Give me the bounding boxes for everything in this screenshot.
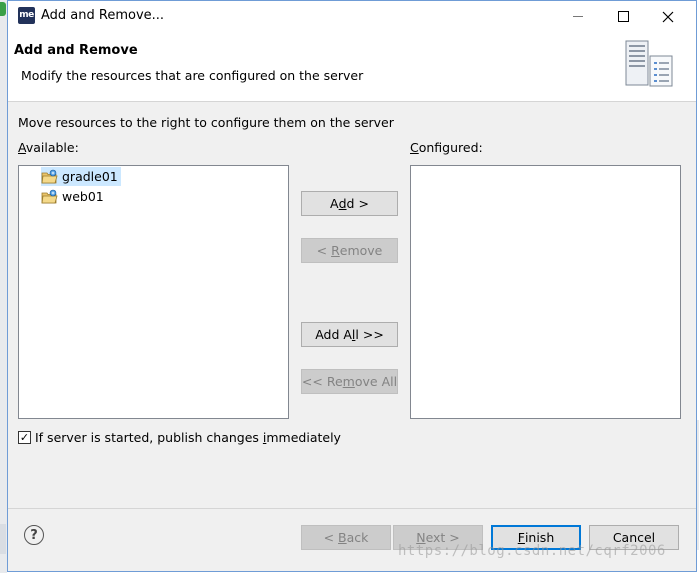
window-title: Add and Remove... xyxy=(41,8,165,23)
header-description: Modify the resources that are configured… xyxy=(21,68,364,83)
project-folder-icon xyxy=(41,189,58,203)
configured-label: Configured: xyxy=(410,140,483,155)
list-item-label: gradle01 xyxy=(62,169,118,184)
list-item-gradle01[interactable]: gradle01 xyxy=(41,167,121,186)
add-all-button[interactable]: Add All >> xyxy=(301,322,398,347)
close-icon xyxy=(662,11,674,22)
background-app-logo xyxy=(0,2,6,16)
publish-option[interactable]: ✓ If server is started, publish changes … xyxy=(18,430,341,445)
instruction-text: Move resources to the right to configure… xyxy=(18,115,394,130)
list-item-label: web01 xyxy=(62,189,104,204)
watermark: https://blog.csdn.net/cqrf2006 xyxy=(398,543,666,559)
header-title: Add and Remove xyxy=(14,43,138,58)
add-button[interactable]: Add > xyxy=(301,191,398,216)
help-icon[interactable]: ? xyxy=(24,525,44,545)
publish-checkbox[interactable]: ✓ xyxy=(18,431,31,444)
list-item-web01[interactable]: web01 xyxy=(41,187,107,206)
title-bar[interactable]: me Add and Remove... xyxy=(8,1,696,32)
available-list[interactable]: gradle01 web01 xyxy=(18,165,289,419)
maximize-button[interactable] xyxy=(600,1,646,32)
remove-button[interactable]: < Remove xyxy=(301,238,398,263)
available-label: Available: xyxy=(18,140,79,155)
close-button[interactable] xyxy=(645,1,691,32)
background-window-strip xyxy=(0,0,7,573)
app-icon: me xyxy=(18,7,35,24)
maximize-icon xyxy=(617,11,629,22)
publish-option-label: If server is started, publish changes im… xyxy=(35,430,341,445)
project-folder-icon xyxy=(41,169,58,183)
minimize-icon xyxy=(573,16,583,17)
dialog-header: Add and Remove Modify the resources that… xyxy=(8,32,696,102)
minimize-button[interactable] xyxy=(555,1,601,32)
background-panel xyxy=(0,524,6,554)
remove-all-button[interactable]: << Re m ove All xyxy=(301,369,398,394)
add-remove-dialog: me Add and Remove... Add and Remove Modi… xyxy=(7,0,697,572)
configured-list[interactable] xyxy=(410,165,681,419)
footer-separator xyxy=(8,508,696,509)
back-button[interactable]: < Back xyxy=(301,525,391,550)
server-banner-icon xyxy=(625,40,673,87)
